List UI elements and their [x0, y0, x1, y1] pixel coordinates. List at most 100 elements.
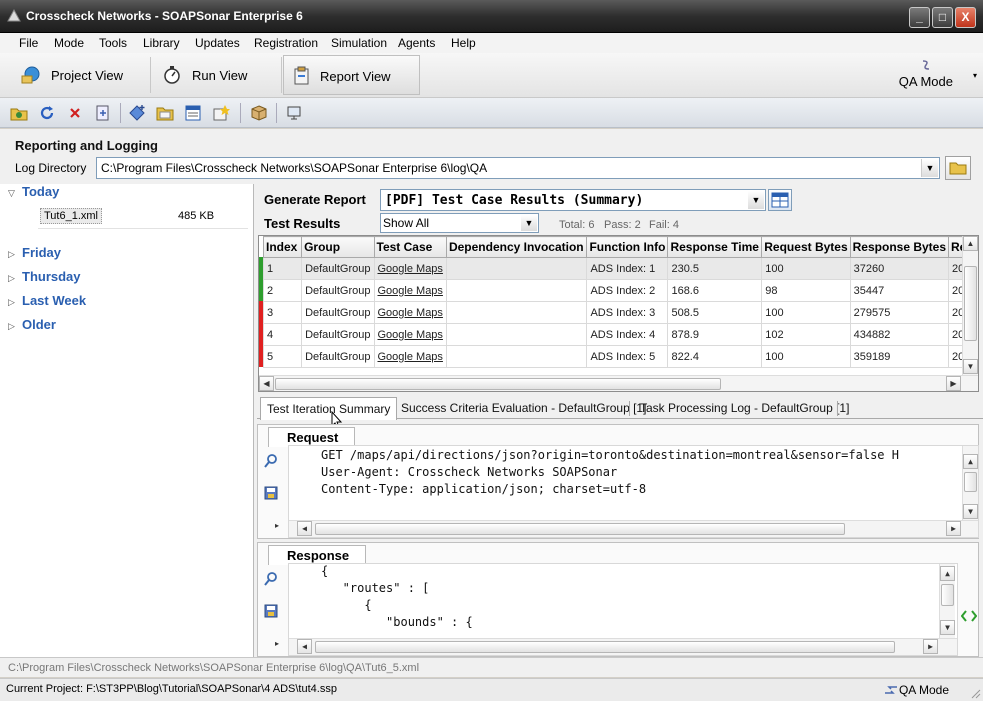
expand-arrow-icon[interactable]: ▸ [275, 639, 279, 648]
refresh-icon[interactable] [38, 104, 56, 122]
scroll-left-icon[interactable]: ◀ [297, 639, 312, 654]
column-header[interactable]: Test Case [373, 236, 447, 258]
menu-file[interactable]: File [19, 36, 38, 50]
save-icon[interactable] [263, 603, 279, 619]
tree-node-last-week[interactable]: ▷ Last Week [8, 293, 86, 308]
scroll-right-icon[interactable]: ▶ [923, 639, 938, 654]
export-icon[interactable] [94, 104, 112, 122]
results-filter-select[interactable]: Show All ▼ [380, 213, 539, 233]
scroll-up-icon[interactable]: ▲ [940, 566, 955, 581]
generate-report-button[interactable] [768, 189, 792, 211]
scroll-left-icon[interactable]: ◀ [297, 521, 312, 536]
column-header[interactable]: Request Bytes [761, 236, 851, 258]
tab-test-iteration-summary[interactable]: Test Iteration Summary [260, 397, 398, 420]
table-row[interactable]: 5 DefaultGroup Google Maps ADS Index: 5 … [262, 345, 978, 368]
scroll-up-icon[interactable]: ▲ [963, 454, 978, 469]
qa-mode-label[interactable]: QA Mode [899, 74, 953, 89]
table-row[interactable]: 2 DefaultGroup Google Maps ADS Index: 2 … [262, 279, 978, 302]
report-icon[interactable] [184, 104, 202, 122]
collapsed-triangle-icon[interactable]: ▷ [8, 297, 22, 308]
project-view-button[interactable]: Project View [12, 55, 147, 95]
save-icon[interactable] [263, 485, 279, 501]
scroll-left-icon[interactable]: ◀ [259, 376, 274, 391]
chevron-down-icon[interactable]: ▼ [921, 159, 938, 177]
close-button[interactable]: X [955, 7, 976, 28]
tree-node-older[interactable]: ▷ Older [8, 317, 56, 332]
log-directory-combobox[interactable]: C:\Program Files\Crosscheck Networks\SOA… [96, 157, 940, 179]
scroll-down-icon[interactable]: ▼ [963, 359, 978, 374]
scroll-right-icon[interactable]: ▶ [946, 521, 961, 536]
response-vertical-scrollbar[interactable]: ▲ ▼ [939, 564, 955, 638]
delete-icon[interactable] [66, 104, 84, 122]
folder-icon[interactable] [156, 104, 174, 122]
status-mode-label[interactable]: QA Mode [899, 683, 949, 697]
tree-node-friday[interactable]: ▷ Friday [8, 245, 61, 260]
menu-library[interactable]: Library [143, 36, 180, 50]
test-case-link[interactable]: Google Maps [378, 329, 443, 341]
expand-arrow-icon[interactable]: ▸ [275, 521, 279, 530]
request-code-view[interactable]: GET /maps/api/directions/json?origin=tor… [288, 445, 979, 538]
menu-help[interactable]: Help [451, 36, 476, 50]
table-row[interactable]: 4 DefaultGroup Google Maps ADS Index: 4 … [262, 323, 978, 346]
table-row[interactable]: 3 DefaultGroup Google Maps ADS Index: 3 … [262, 301, 978, 324]
grid-horizontal-scrollbar[interactable]: ◀ ▶ [259, 375, 978, 391]
maximize-button[interactable]: □ [932, 7, 953, 28]
chevron-down-icon[interactable]: ▼ [521, 215, 537, 231]
column-header[interactable]: Dependency Invocation [445, 236, 588, 258]
menu-agents[interactable]: Agents [398, 36, 435, 50]
minimize-button[interactable]: _ [909, 7, 930, 28]
response-horizontal-scrollbar[interactable]: ◀ ▶ [289, 638, 957, 655]
tab-task-processing-log[interactable]: Task Processing Log - DefaultGroup [1] [634, 397, 855, 419]
column-header[interactable]: Group [301, 236, 375, 258]
scroll-thumb[interactable] [964, 266, 977, 341]
test-case-link[interactable]: Google Maps [378, 307, 443, 319]
add-icon[interactable] [128, 104, 146, 122]
scroll-thumb[interactable] [964, 472, 977, 492]
menu-updates[interactable]: Updates [195, 36, 240, 50]
browse-folder-button[interactable] [945, 156, 971, 180]
response-code-view[interactable]: { "routes" : [ { "bounds" : { ▲ ▼ ◀ ▶ [288, 563, 958, 656]
test-case-link[interactable]: Google Maps [378, 351, 443, 363]
monitor-icon[interactable] [285, 104, 303, 122]
request-horizontal-scrollbar[interactable]: ◀ ▶ [289, 520, 978, 537]
menu-tools[interactable]: Tools [99, 36, 127, 50]
test-case-link[interactable]: Google Maps [378, 285, 443, 297]
code-format-icon[interactable] [961, 609, 977, 623]
generate-report-select[interactable]: [PDF] Test Case Results (Summary) ▼ [380, 189, 766, 211]
menu-mode[interactable]: Mode [54, 36, 84, 50]
expanded-triangle-icon[interactable]: ▽ [8, 188, 22, 199]
menu-simulation[interactable]: Simulation [331, 36, 387, 50]
tree-file-item[interactable]: Tut6_1.xml 485 KB [38, 208, 248, 224]
package-icon[interactable] [250, 104, 268, 122]
scroll-thumb[interactable] [315, 523, 845, 535]
collapsed-triangle-icon[interactable]: ▷ [8, 249, 22, 260]
column-header[interactable]: Index [262, 236, 303, 258]
scroll-thumb[interactable] [315, 641, 895, 653]
tree-node-today[interactable]: ▽ Today [8, 184, 59, 199]
tab-success-criteria[interactable]: Success Criteria Evaluation - DefaultGro… [395, 397, 652, 419]
run-view-button[interactable]: Run View [154, 55, 280, 95]
tree-node-thursday[interactable]: ▷ Thursday [8, 269, 81, 284]
search-icon[interactable] [263, 571, 279, 587]
search-icon[interactable] [263, 453, 279, 469]
column-header[interactable]: Response Time [667, 236, 763, 258]
grid-vertical-scrollbar[interactable]: ▲ ▼ [962, 236, 978, 375]
wizard-icon[interactable] [212, 104, 230, 122]
report-view-button[interactable]: Report View [283, 55, 420, 95]
scroll-thumb[interactable] [941, 584, 954, 606]
scroll-up-icon[interactable]: ▲ [963, 236, 978, 251]
column-header[interactable]: Response Bytes [849, 236, 950, 258]
scroll-thumb[interactable] [275, 378, 721, 390]
scroll-right-icon[interactable]: ▶ [946, 376, 961, 391]
test-case-link[interactable]: Google Maps [378, 263, 443, 275]
scroll-down-icon[interactable]: ▼ [963, 504, 978, 519]
chevron-down-icon[interactable]: ▼ [748, 191, 764, 209]
qa-mode-dropdown-icon[interactable]: ▾ [973, 71, 977, 80]
resize-grip-icon[interactable] [969, 687, 981, 699]
request-vertical-scrollbar[interactable]: ▲ ▼ [962, 446, 978, 520]
table-row[interactable]: 1 DefaultGroup Google Maps ADS Index: 1 … [262, 257, 978, 280]
scroll-down-icon[interactable]: ▼ [940, 620, 955, 635]
collapsed-triangle-icon[interactable]: ▷ [8, 273, 22, 284]
collapsed-triangle-icon[interactable]: ▷ [8, 321, 22, 332]
menu-registration[interactable]: Registration [254, 36, 318, 50]
